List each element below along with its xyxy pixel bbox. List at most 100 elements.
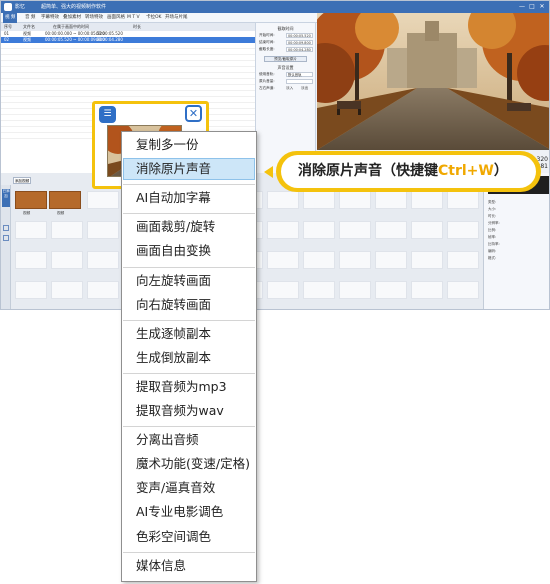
media-info-label: 比例: <box>488 228 497 232</box>
tab-mtv[interactable]: M T V <box>127 13 140 23</box>
video-preview <box>317 13 549 150</box>
menu-item[interactable]: 变声/逼真音效 <box>123 477 255 499</box>
tab-karaoke[interactable]: 卡拉OK <box>146 13 162 23</box>
media-info-label: 帧率: <box>488 235 497 239</box>
menu-item[interactable]: 画面自由变换 <box>123 240 255 262</box>
empty-clip-slot <box>15 251 47 269</box>
fade-row: 左右声道: 淡入 淡出 <box>256 85 315 92</box>
side-tool-icon[interactable] <box>3 225 9 231</box>
menu-item[interactable]: 向右旋转画面 <box>123 294 255 316</box>
duration-field[interactable]: 00:00:04.280 <box>286 47 313 52</box>
media-info-panel: 类型: 大小: 时长: 分辨率: 比例: 帧率: 比特率: 编码: 格式: <box>483 173 549 309</box>
empty-clip-slot <box>51 251 83 269</box>
empty-clip-slot <box>267 191 299 209</box>
clip-label: 视频 <box>23 211 31 215</box>
col-duration: 时长 <box>133 24 141 29</box>
file-row-selected[interactable]: 02 视频 00:00:05.520 ~ 00:00:09.800 00:00:… <box>1 37 255 43</box>
empty-clip-slot <box>303 251 335 269</box>
tab-overlay[interactable]: 叠加素材 <box>63 13 81 23</box>
menu-item[interactable]: 媒体信息 <box>123 555 255 577</box>
callout-text: 消除原片声音（快捷键 <box>298 163 438 179</box>
media-info-label: 大小: <box>488 207 497 211</box>
menu-item[interactable]: 提取音频为wav <box>123 400 255 422</box>
media-info-label: 比特率: <box>488 242 500 246</box>
menu-item[interactable]: 魔术功能(变速/定格) <box>123 453 255 475</box>
volume-row: 原片音量: <box>256 78 315 85</box>
tab-style[interactable]: 画面风格 <box>107 13 125 23</box>
tab-intro-outro[interactable]: 开场与片尾 <box>165 13 188 23</box>
empty-clip-slot <box>87 191 119 209</box>
empty-clip-slot <box>375 281 407 299</box>
close-window-icon[interactable]: ✕ <box>537 1 547 13</box>
list-icon[interactable]: ☰ <box>99 106 116 123</box>
media-info-label: 分辨率: <box>488 221 500 225</box>
col-range: 在属于画面中的时间 <box>53 24 89 29</box>
menu-item[interactable]: 消除原片声音 <box>123 158 255 181</box>
preview-trim-button[interactable]: 预览/截取原片 <box>264 56 307 62</box>
menu-item[interactable]: 向左旋转画面 <box>123 270 255 292</box>
empty-clip-slot <box>87 221 119 239</box>
menu-item[interactable]: 分离出音频 <box>123 429 255 451</box>
volume-label: 原片音量: <box>259 79 275 83</box>
menu-item[interactable]: 复制多一份 <box>123 134 255 156</box>
media-info-label: 格式: <box>488 256 497 260</box>
tab-video[interactable]: 视 频 <box>3 13 18 23</box>
empty-clip-slot <box>267 251 299 269</box>
screenshot-root: 影忆 超简单、强大的视频制作软件 — □ ✕ 视 频 音 频 字幕特效 叠加素材 转… <box>0 0 550 584</box>
empty-clip-slot <box>303 191 335 209</box>
audio-track-select[interactable]: 默认音轨 <box>286 72 313 77</box>
empty-clip-slot <box>303 221 335 239</box>
added-button[interactable]: 已添加 <box>2 189 10 207</box>
media-info-label: 类型: <box>488 200 497 204</box>
start-time-field[interactable]: 00:00:05.520 <box>286 33 313 38</box>
start-time-label: 开始时间: <box>259 33 275 37</box>
menu-item[interactable]: 生成倒放副本 <box>123 347 255 369</box>
menu-separator <box>123 372 255 374</box>
empty-clip-slot <box>411 191 443 209</box>
end-time-field[interactable]: 00:00:09.800 <box>286 40 313 45</box>
close-icon[interactable]: ✕ <box>185 105 202 122</box>
empty-clip-slot <box>447 221 479 239</box>
empty-clip-slot <box>303 281 335 299</box>
tab-transition[interactable]: 转场特效 <box>85 13 103 23</box>
menu-separator <box>123 213 255 215</box>
video-clip-thumb[interactable] <box>49 191 81 209</box>
empty-clip-slot <box>339 251 371 269</box>
file-name: 视频 <box>23 37 31 42</box>
empty-clip-slot <box>447 191 479 209</box>
menu-item[interactable]: AI专业电影调色 <box>123 501 255 523</box>
side-tool-icon[interactable] <box>3 235 9 241</box>
minimize-icon[interactable]: — <box>517 1 527 13</box>
maximize-icon[interactable]: □ <box>527 1 537 13</box>
menu-item[interactable]: AI自动加字幕 <box>123 187 255 209</box>
file-duration: 00:00:04.280 <box>96 37 123 42</box>
add-video-tab[interactable]: 添加视频 <box>13 177 31 184</box>
menu-separator <box>123 551 255 553</box>
empty-clip-slot <box>375 221 407 239</box>
volume-slider[interactable] <box>286 79 313 84</box>
menu-item[interactable]: 生成逐帧副本 <box>123 323 255 345</box>
menu-item[interactable]: 色彩空间调色 <box>123 526 255 548</box>
empty-clip-slot <box>447 251 479 269</box>
app-logo-icon <box>4 3 12 11</box>
tab-audio[interactable]: 音 频 <box>25 13 35 23</box>
audio-track-label: 使用音轨: <box>259 72 275 76</box>
menu-item[interactable]: 提取音频为mp3 <box>123 376 255 398</box>
empty-clip-slot <box>375 191 407 209</box>
video-clip-thumb[interactable] <box>15 191 47 209</box>
empty-clip-slot <box>267 281 299 299</box>
media-info-label: 编码: <box>488 249 497 253</box>
file-num: 02 <box>4 37 10 42</box>
menu-separator <box>123 426 255 428</box>
empty-clip-slot <box>375 251 407 269</box>
empty-clip-slot <box>339 191 371 209</box>
fade-in-checkbox[interactable]: 淡入 <box>286 85 293 92</box>
shortcut-callout: 消除原片声音（快捷键Ctrl+W） <box>276 151 541 192</box>
clip-label: 视频 <box>57 211 65 215</box>
fade-out-checkbox[interactable]: 淡出 <box>301 85 308 92</box>
menu-item[interactable]: 画面裁剪/旋转 <box>123 216 255 238</box>
menu-separator <box>123 266 255 268</box>
tab-subtitle-effects[interactable]: 字幕特效 <box>41 13 59 23</box>
empty-clip-slot <box>87 281 119 299</box>
title-bar: 影忆 超简单、强大的视频制作软件 — □ ✕ <box>1 1 549 13</box>
